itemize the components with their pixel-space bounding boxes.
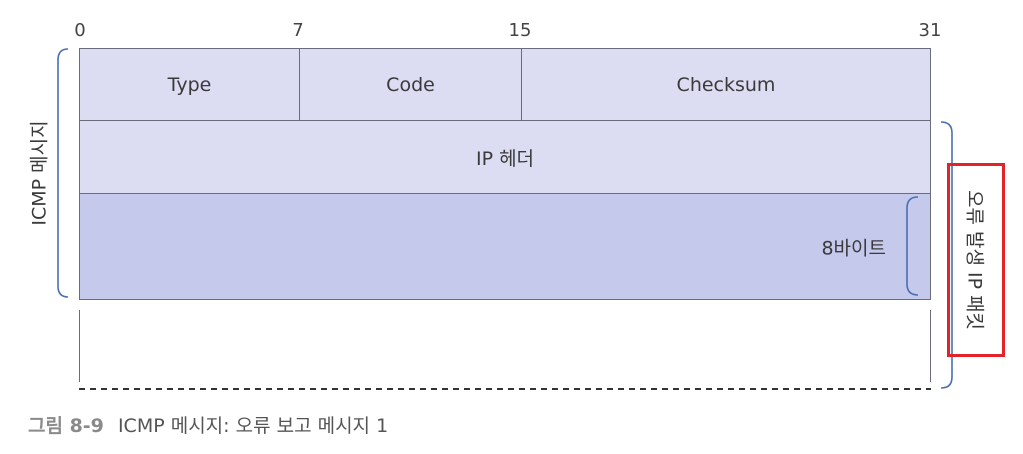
figure-number: 그림 8-9 <box>28 415 104 437</box>
error-ip-packet-label: 오류 발생 IP 패킷 <box>963 189 986 331</box>
icmp-message-brace <box>57 48 69 298</box>
figure-caption-text: ICMP 메시지: 오류 보고 메시지 1 <box>117 415 389 437</box>
bytes-brace <box>906 196 919 296</box>
diagram-lines <box>57 48 953 390</box>
figure-caption: 그림 8-9 ICMP 메시지: 오류 보고 메시지 1 <box>28 411 388 438</box>
icmp-message-label: ICMP 메시지 <box>28 120 51 226</box>
